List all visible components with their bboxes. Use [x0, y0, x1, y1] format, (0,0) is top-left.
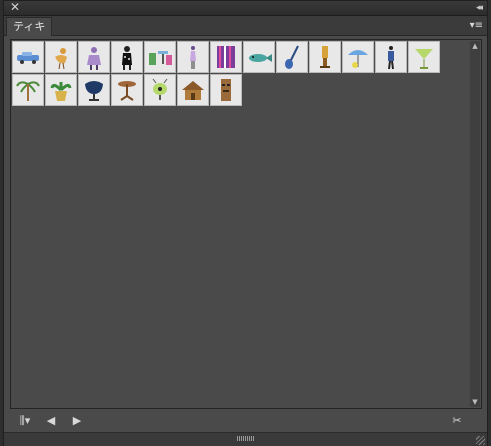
previous-library-icon[interactable]: ◀	[44, 413, 58, 429]
symbol-item[interactable]	[12, 74, 44, 106]
tab-row: ティキ ▾≡	[4, 16, 487, 36]
poster-icon	[212, 43, 240, 71]
car-icon	[14, 43, 42, 71]
symbol-item[interactable]	[177, 74, 209, 106]
symbol-item[interactable]	[144, 41, 176, 73]
symbol-item[interactable]	[276, 41, 308, 73]
next-library-icon[interactable]: ▶	[70, 413, 84, 429]
symbol-item[interactable]	[309, 41, 341, 73]
panel-menu-icon[interactable]: ▾≡	[467, 20, 483, 32]
symbol-item[interactable]	[144, 74, 176, 106]
chair-icon	[80, 76, 108, 104]
resize-bar[interactable]	[4, 432, 487, 446]
break-link-icon[interactable]: ✂	[449, 413, 465, 429]
figure-icon	[113, 43, 141, 71]
symbol-item[interactable]	[111, 41, 143, 73]
furniture-icon	[146, 43, 174, 71]
bird-icon	[47, 43, 75, 71]
symbol-item[interactable]	[111, 74, 143, 106]
symbol-item[interactable]	[45, 41, 77, 73]
hut-icon	[179, 76, 207, 104]
panel-footer: ⫼▾ ◀ ▶ ✂	[4, 410, 487, 432]
symbol-item[interactable]	[12, 41, 44, 73]
symbol-item[interactable]	[210, 74, 242, 106]
palm-icon	[14, 76, 42, 104]
cocktail-icon	[410, 43, 438, 71]
symbol-item[interactable]	[78, 41, 110, 73]
symbol-library-menu-icon[interactable]: ⫼▾	[14, 413, 36, 429]
panel-titlebar: ✕ ◂◂	[4, 0, 487, 16]
symbol-list: ▲ ▼	[10, 39, 482, 409]
symbol-item[interactable]	[243, 41, 275, 73]
symbol-item[interactable]	[210, 41, 242, 73]
plant-icon	[47, 76, 75, 104]
lamp-icon	[311, 43, 339, 71]
symbol-item[interactable]	[408, 41, 440, 73]
scroll-down-icon[interactable]: ▼	[470, 397, 480, 407]
tab-tiki[interactable]: ティキ	[6, 17, 52, 36]
statue-icon	[212, 76, 240, 104]
resize-corner-icon[interactable]	[476, 436, 485, 445]
lamp-icon	[146, 76, 174, 104]
symbol-item[interactable]	[177, 41, 209, 73]
scroll-up-icon[interactable]: ▲	[470, 41, 480, 51]
symbol-grid	[12, 41, 472, 107]
vertical-scrollbar[interactable]: ▲ ▼	[470, 41, 480, 407]
guitar-icon	[278, 43, 306, 71]
close-icon[interactable]: ✕	[10, 0, 20, 14]
symbol-item[interactable]	[78, 74, 110, 106]
tab-label: ティキ	[13, 20, 46, 33]
symbol-item[interactable]	[342, 41, 374, 73]
collapse-icon[interactable]: ◂◂	[476, 1, 483, 15]
figure-icon	[377, 43, 405, 71]
symbols-panel: ✕ ◂◂ ティキ ▾≡ ▲ ▼ ⫼▾ ◀ ▶ ✂	[3, 0, 488, 446]
umbrella-icon	[344, 43, 372, 71]
symbol-item[interactable]	[45, 74, 77, 106]
grip-handle[interactable]	[236, 436, 255, 441]
fish-icon	[245, 43, 273, 71]
table-icon	[113, 76, 141, 104]
figure-icon	[179, 43, 207, 71]
symbol-item[interactable]	[375, 41, 407, 73]
figure-icon	[80, 43, 108, 71]
